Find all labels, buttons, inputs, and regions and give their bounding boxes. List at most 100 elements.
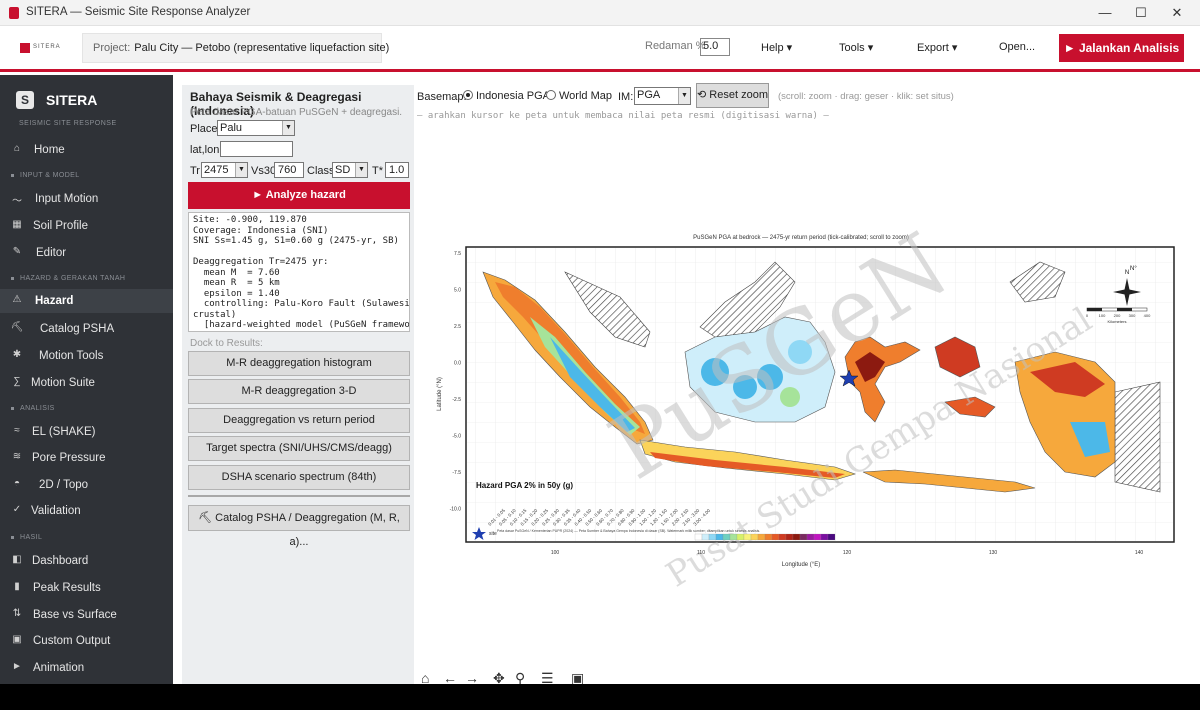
brand-logo-icon: S (16, 91, 34, 109)
reset-zoom-button[interactable]: ⟲ Reset zoom (696, 83, 769, 108)
tr-select[interactable]: 2475 ▼ (201, 162, 248, 178)
home-view-icon[interactable]: ⌂ (421, 670, 429, 684)
redaman-label: Redaman % (645, 40, 706, 52)
sidebar-item-catalog-psha[interactable]: ⛏ Catalog PSHA (0, 317, 173, 341)
class-select[interactable]: SD ▼ (332, 162, 368, 178)
zoom-icon[interactable]: ⚲ (515, 670, 525, 684)
approx-icon: ≈ (14, 425, 20, 436)
sidebar-item-label: Dashboard (32, 555, 89, 567)
legend-color-swatch (827, 533, 836, 541)
im-select[interactable]: PGA ▼ (634, 87, 691, 105)
basemap-option-indonesia[interactable]: Indonesia PGA (463, 90, 550, 102)
sidebar-item-2d-topo[interactable]: ◓ 2D / Topo (0, 473, 173, 497)
project-label: Project: (93, 42, 131, 54)
vs30-label: Vs30 (251, 165, 277, 177)
legend-color-swatch (792, 533, 801, 541)
chevron-down-icon: ▼ (355, 163, 367, 177)
back-arrow-icon[interactable]: ← (443, 670, 457, 684)
analyze-hazard-button[interactable]: ► Analyze hazard (188, 182, 410, 209)
inset-label: Hazard PGA 2% in 50y (g) (476, 481, 573, 490)
maximize-button[interactable]: ☐ (1126, 3, 1156, 23)
sidebar-item-pore-pressure[interactable]: ≋ Pore Pressure (0, 446, 173, 470)
scalebar-tick-label: 400 (1144, 313, 1151, 318)
app-window: SITERA — Seismic Site Response Analyzer … (0, 0, 1200, 684)
open-menu[interactable]: Open... (999, 41, 1035, 53)
sidebar-item-input-motion[interactable]: 〜 Input Motion (0, 187, 173, 211)
forward-arrow-icon[interactable]: → (465, 670, 479, 684)
legend-color-swatch (820, 533, 829, 541)
tools-icon: ✱ (12, 349, 22, 360)
logo-text: SITERA (33, 44, 61, 50)
mr-histogram-button[interactable]: M-R deaggregation histogram (188, 351, 410, 376)
legend-color-swatch (778, 533, 787, 541)
scalebar-tick-label: 300 (1129, 313, 1136, 318)
app-icon (9, 7, 19, 19)
basemap-option-world[interactable]: World Map (546, 90, 612, 102)
hazard-map-canvas[interactable]: PuSGeN PGA at bedrock — 2475-yr return p… (415, 122, 1200, 667)
sidebar-item-label: Motion Suite (31, 377, 95, 389)
pan-icon[interactable]: ✥ (493, 670, 505, 684)
sidebar-item-base-vs-surface[interactable]: ⇅ Base vs Surface (0, 603, 173, 627)
map-hint: (scroll: zoom · drag: geser · klik: set … (778, 91, 954, 102)
sidebar-item-validation[interactable]: ✓ Validation (0, 499, 173, 523)
redaman-input[interactable]: 5.0 (700, 38, 730, 56)
sidebar-item-custom-output[interactable]: ▣ Custom Output (0, 629, 173, 653)
sidebar-item-label: Catalog PSHA (40, 323, 115, 335)
export-menu[interactable]: Export ▾ (917, 41, 957, 54)
latlon-input[interactable] (220, 141, 293, 157)
run-analysis-button[interactable]: ► Jalankan Analisis (1059, 34, 1184, 62)
plot-toolbar: ⌂ ← → ✥ ⚲ ☰ ▣ (415, 667, 615, 684)
place-value: Palu (220, 122, 243, 134)
project-box[interactable]: Project: Palu City — Petobo (representati… (82, 33, 389, 63)
target-spectra-button[interactable]: Target spectra (SNI/UHS/CMS/deagg) (188, 436, 410, 461)
swap-icon: ⇅ (12, 608, 22, 619)
tstar-label: T* (372, 165, 383, 177)
mr-3d-button[interactable]: M-R deaggregation 3-D (188, 379, 410, 404)
sidebar-item-label: 2D / Topo (39, 479, 89, 491)
sidebar-item-label: Validation (31, 505, 81, 517)
chevron-down-icon: ▼ (282, 121, 294, 135)
check-icon: ✓ (12, 504, 22, 515)
sidebar-item-motion-tools[interactable]: ✱ Motion Tools (0, 344, 173, 368)
sidebar-item-home[interactable]: ⌂ Home (0, 138, 173, 162)
place-select[interactable]: Palu ▼ (217, 120, 295, 136)
project-value: Palu City — Petobo (representative lique… (134, 42, 390, 54)
sidebar-item-hazard[interactable]: ⚠ Hazard (0, 289, 173, 313)
help-menu[interactable]: Help ▾ (761, 41, 792, 54)
hazard-map[interactable]: PuSGeN PGA at bedrock — 2475-yr return p… (415, 122, 1200, 667)
sidebar-item-dashboard[interactable]: ◧ Dashboard (0, 549, 173, 573)
sidebar-item-editor[interactable]: ✎ Editor (0, 241, 173, 265)
dsha-scenario-button[interactable]: DSHA scenario spectrum (84th) (188, 465, 410, 490)
tstar-input[interactable]: 1.0 (385, 162, 409, 178)
panel-subtitle: Peta dasar PGA-batuan PuSGeN + deagregas… (190, 107, 403, 118)
tools-menu[interactable]: Tools ▾ (839, 41, 873, 54)
legend-color-swatch (785, 533, 794, 541)
sidebar-item-animation[interactable]: ► Animation (0, 656, 173, 680)
brand-name: SITERA (46, 92, 98, 108)
save-icon[interactable]: ▣ (571, 670, 584, 684)
sidebar-item-soil-profile[interactable]: ▦ Soil Profile (0, 214, 173, 238)
basemap-label: Basemap: (417, 91, 467, 103)
close-button[interactable]: ✕ (1162, 3, 1192, 23)
sidebar-item-label: Custom Output (33, 635, 111, 647)
sidebar-item-motion-suite[interactable]: ∑ Motion Suite (0, 371, 173, 395)
section-hazard: HAZARD & GERAKAN TANAH (11, 275, 125, 282)
minimize-button[interactable]: — (1090, 3, 1120, 23)
scalebar-tick-label: 100 (1099, 313, 1106, 318)
header-logo: SITERA (20, 41, 60, 55)
legend-color-swatch (701, 533, 710, 541)
deagg-vs-rp-button[interactable]: Deaggregation vs return period (188, 408, 410, 433)
x-tick-label: 130 (989, 550, 998, 556)
sidebar-item-peak-results[interactable]: ▮ Peak Results (0, 576, 173, 600)
vs30-input[interactable]: 760 (274, 162, 304, 178)
configure-icon[interactable]: ☰ (541, 670, 554, 684)
catalog-psha-button[interactable]: ⛏ Catalog PSHA / Deaggregation (M, R, a)… (188, 505, 410, 548)
sidebar-item-label: Input Motion (35, 193, 99, 205)
app-header: SITERA Project: Palu City — Petobo (repre… (0, 26, 1200, 72)
legend-color-swatch (708, 533, 717, 541)
sidebar-item-el-shake[interactable]: ≈ EL (SHAKE) (0, 420, 173, 444)
y-axis-ticks: 7.5 5.0 2.5 0.0 -2.5 -5.0 -7.5 -10.0 (450, 251, 462, 513)
legend-color-swatch (715, 533, 724, 541)
sidebar-item-label: Hazard (35, 295, 74, 307)
scalebar-segment (1117, 308, 1132, 311)
